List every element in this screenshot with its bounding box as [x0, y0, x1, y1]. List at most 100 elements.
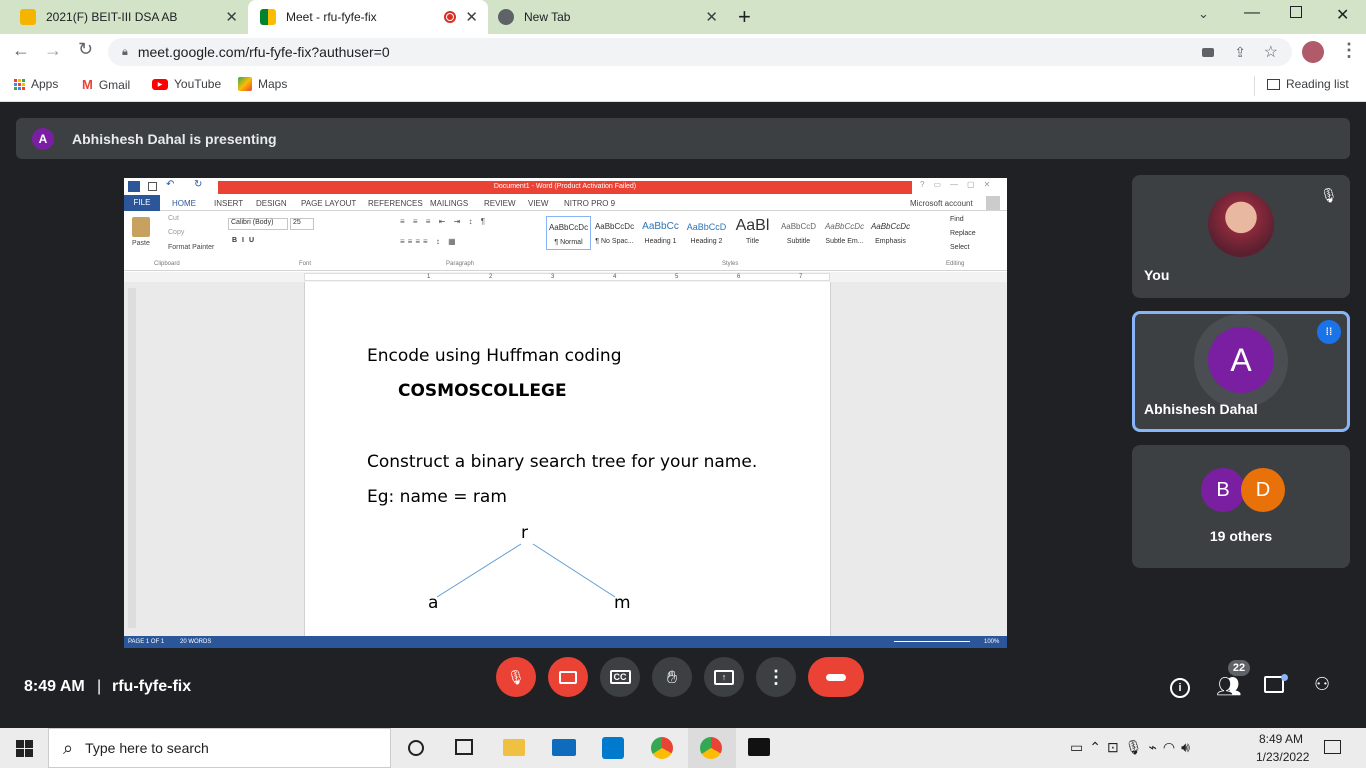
find-button[interactable]: Find [950, 216, 964, 223]
style-preview: AaBbCcDc [594, 222, 635, 231]
forward-icon[interactable]: → [44, 40, 62, 61]
style-emphasis[interactable]: AaBbCcDc Emphasis [868, 216, 913, 245]
font-size-select[interactable]: 25 [290, 218, 314, 230]
notification-icon[interactable] [1324, 740, 1341, 754]
people-icon[interactable]: 👥︎ [1216, 674, 1241, 699]
file-explorer-icon[interactable] [503, 739, 525, 756]
present-button[interactable]: ↑ [704, 657, 744, 697]
paste-button[interactable]: Paste [132, 240, 150, 247]
account-avatar[interactable] [986, 196, 1000, 210]
bst-node-left: a [428, 593, 439, 613]
undo-icon[interactable]: ↶ [166, 179, 174, 190]
style-no-spacing[interactable]: AaBbCcDc ¶ No Spac... [592, 216, 637, 245]
tab-references[interactable]: REFERENCES [368, 199, 423, 208]
bookmark-apps[interactable]: Apps [14, 77, 58, 91]
style-normal[interactable]: AaBbCcDc ¶ Normal [546, 216, 591, 250]
terminal-icon[interactable] [748, 738, 770, 756]
activities-icon[interactable]: ⚇ [1314, 674, 1330, 695]
save-icon[interactable] [148, 182, 157, 191]
tab-mailings[interactable]: MAILINGS [430, 199, 468, 208]
close-tab-icon[interactable]: ✕ [705, 8, 718, 26]
tab-design[interactable]: DESIGN [256, 199, 287, 208]
meeting-code: rfu-fyfe-fix [112, 678, 192, 695]
new-tab-icon[interactable]: + [738, 4, 751, 30]
chrome-taskbar-icon[interactable] [651, 737, 673, 759]
bookmark-star-icon[interactable]: ☆ [1264, 42, 1278, 62]
minimize-icon[interactable]: — [1244, 4, 1260, 22]
style-heading2[interactable]: AaBbCcD Heading 2 [684, 216, 729, 245]
close-window-icon[interactable]: ✕ [1336, 5, 1349, 25]
tab-review[interactable]: REVIEW [484, 199, 516, 208]
captions-icon: CC [609, 670, 631, 684]
tile-speaker[interactable]: A ⁞⁞ Abhishesh Dahal [1132, 311, 1350, 432]
style-name: Title [746, 238, 759, 245]
close-tab-icon[interactable]: ✕ [225, 8, 238, 26]
tab-insert[interactable]: INSERT [214, 199, 243, 208]
redo-icon[interactable]: ↻ [194, 179, 202, 190]
tab-home[interactable]: HOME [172, 199, 196, 208]
share-icon[interactable]: ⇪ [1234, 44, 1246, 61]
tab-view[interactable]: VIEW [528, 199, 548, 208]
doc-line-bst: Construct a binary search tree for your … [367, 452, 758, 472]
address-bar[interactable]: 🔒︎ meet.google.com/rfu-fyfe-fix?authuser… [108, 38, 1292, 66]
cut-button[interactable]: Cut [168, 215, 179, 222]
tile-others[interactable]: B D 19 others [1132, 445, 1350, 568]
style-subtle-emphasis[interactable]: AaBbCcDc Subtle Em... [822, 216, 867, 245]
style-preview: AaBl [735, 217, 770, 234]
leave-call-button[interactable] [808, 657, 864, 697]
style-heading1[interactable]: AaBbCc Heading 1 [638, 216, 683, 245]
camera-toggle-button[interactable] [548, 657, 588, 697]
document-page[interactable]: Encode using Huffman coding COSMOSCOLLEG… [304, 282, 831, 636]
bookmark-gmail[interactable]: M Gmail [82, 77, 130, 92]
tab-classroom[interactable]: 2021(F) BEIT-III DSA AB ✕ [8, 0, 248, 34]
tray-icons[interactable]: ▭⌃⊡🎙︎⌁◠🔊︎ [1070, 739, 1196, 756]
windows-start-icon[interactable] [16, 740, 33, 757]
cortana-icon[interactable] [408, 740, 424, 756]
meeting-info-icon[interactable]: i [1170, 678, 1190, 698]
bookmark-youtube[interactable]: ▶ YouTube [152, 77, 221, 91]
tab-search-icon[interactable]: ⌄ [1198, 6, 1209, 22]
close-tab-icon[interactable]: ✕ [465, 8, 478, 26]
replace-button[interactable]: Replace [950, 230, 976, 237]
profile-avatar[interactable] [1302, 41, 1324, 63]
tab-new-tab[interactable]: New Tab ✕ [488, 0, 728, 34]
restore-icon[interactable] [1290, 6, 1302, 18]
camera-icon[interactable] [1202, 47, 1214, 57]
bookmark-maps[interactable]: Maps [238, 77, 287, 91]
more-options-button[interactable]: ⋮ [756, 657, 796, 697]
menu-icon[interactable]: ⋮ [1340, 40, 1358, 61]
mic-toggle-button[interactable]: 🎙︎ [496, 657, 536, 697]
mail-icon[interactable] [552, 739, 576, 756]
font-format-icons[interactable]: BIU [232, 237, 259, 244]
font-name-select[interactable]: Calibri (Body) [228, 218, 288, 230]
tab-nitro[interactable]: NITRO PRO 9 [564, 199, 615, 208]
tab-page-layout[interactable]: PAGE LAYOUT [301, 199, 356, 208]
tile-you[interactable]: 🎙︎ You [1132, 175, 1350, 298]
style-subtitle[interactable]: AaBbCcD Subtitle [776, 216, 821, 245]
format-painter-button[interactable]: Format Painter [168, 244, 214, 251]
tab-meet[interactable]: Meet - rfu-fyfe-fix ✕ [248, 0, 488, 34]
vscode-icon[interactable] [602, 737, 624, 759]
tab-file[interactable]: FILE [124, 195, 160, 211]
window-controls-icon[interactable]: ?▭—▢✕ [920, 180, 999, 189]
paragraph-icons[interactable]: ≡ ≡ ≡ ⇤ ⇥ ↕ ¶ [400, 217, 488, 226]
style-title[interactable]: AaBl Title [730, 216, 775, 245]
taskbar-search-box[interactable]: ⌕ Type here to search [48, 728, 391, 768]
task-view-icon[interactable] [455, 739, 473, 755]
reload-icon[interactable]: ↻ [78, 39, 93, 60]
reading-list[interactable]: Reading list [1267, 77, 1349, 91]
align-icons[interactable]: ≡≡≡≡ ↕ ▦ [400, 237, 459, 246]
captions-button[interactable]: CC [600, 657, 640, 697]
chrome-active-icon[interactable] [700, 737, 722, 759]
account-label[interactable]: Microsoft account [910, 199, 973, 208]
zoom-level: 100% [984, 639, 1000, 645]
raise-hand-button[interactable]: ✋︎ [652, 657, 692, 697]
back-icon[interactable]: ← [12, 40, 30, 61]
url-text[interactable]: meet.google.com/rfu-fyfe-fix?authuser=0 [138, 44, 390, 60]
copy-button[interactable]: Copy [168, 229, 184, 236]
select-button[interactable]: Select [950, 244, 969, 251]
paste-icon[interactable] [132, 217, 150, 237]
zoom-slider[interactable] [894, 641, 970, 642]
word-count: 20 WORDS [180, 639, 212, 645]
ruler: 1 2 3 4 5 6 7 [124, 272, 1007, 282]
